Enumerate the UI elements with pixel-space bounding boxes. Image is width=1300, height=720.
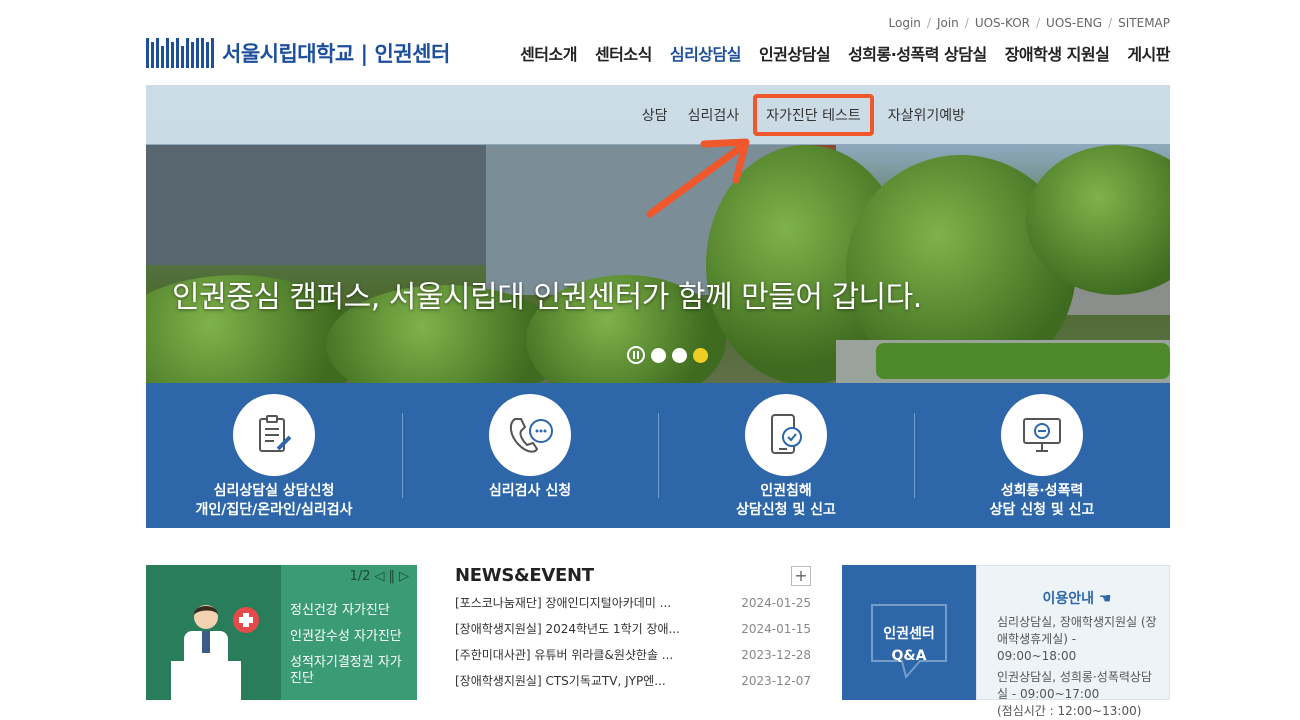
news-item-title: [장애학생지원실] 2024학년도 1학기 장애... (455, 622, 680, 636)
news-item-date: 2023-12-07 (741, 674, 811, 688)
news-item-date: 2023-12-28 (741, 648, 811, 662)
quick-psych-test-apply[interactable]: 심리검사 신청 (402, 383, 658, 528)
quick-label: 심리검사 신청 (488, 483, 572, 499)
news-item[interactable]: [포스코나눔재단] 장애인디지털아카데미 ... 2024-01-25 (455, 595, 811, 621)
login-link[interactable]: Login (889, 16, 921, 30)
subnav-self-diagnosis-test[interactable]: 자가진단 테스트 (753, 93, 874, 136)
quick-label: 인권침해 상담신청 및 신고 (736, 483, 836, 518)
more-button[interactable]: + (791, 566, 811, 586)
separator: / (964, 16, 969, 30)
clipboard-pen-icon (233, 394, 315, 476)
join-link[interactable]: Join (937, 16, 959, 30)
counselor-illustration (146, 565, 281, 700)
phone-chat-icon (489, 394, 571, 476)
separator: / (1108, 16, 1113, 30)
usage-info-title: 이용안내 ☚ (1042, 591, 1112, 607)
sitemap-link[interactable]: SITEMAP (1118, 16, 1170, 30)
uos-kor-link[interactable]: UOS-KOR (975, 16, 1030, 30)
slide-dot-3[interactable] (693, 347, 708, 363)
news-item[interactable]: [주한미대사관] 유튜버 위라클&원샷한솔 ... 2023-12-28 (455, 647, 811, 673)
nav-center-intro[interactable]: 센터소개 (520, 41, 577, 65)
news-title: NEWS&EVENT (455, 565, 594, 586)
nav-sexual-harassment[interactable]: 성희롱·성폭력 상담실 (848, 41, 987, 65)
news-item[interactable]: [장애학생지원실] CTS기독교TV, JYP엔... 2023-12-07 (455, 673, 811, 699)
site-logo[interactable]: 서울시립대학교 | 인권센터 (146, 38, 450, 68)
subnav-counseling[interactable]: 상담 (642, 105, 668, 125)
news-item[interactable]: [장애학생지원실] 2024학년도 1학기 장애... 2024-01-15 (455, 621, 811, 647)
slider-controls (627, 346, 708, 364)
hero-text: 인권중심 캠퍼스, 서울시립대 인권센터가 함께 만들어 갑니다. (172, 280, 922, 315)
nav-human-rights[interactable]: 인권상담실 (759, 41, 831, 65)
slide-dot-2[interactable] (672, 347, 687, 363)
annotation-arrow-icon (646, 138, 750, 218)
logo-text: 서울시립대학교 | 인권센터 (222, 42, 450, 66)
pause-icon[interactable]: ‖ (389, 569, 396, 584)
page: Login / Join / UOS-KOR / UOS-ENG / SITEM… (146, 0, 1170, 718)
slide-dot-1[interactable] (651, 347, 666, 363)
building-image (146, 145, 486, 265)
hand-pointer-icon: ☚ (1098, 591, 1112, 607)
self-diagnosis-title: 자가진단 (186, 690, 238, 700)
self-diagnosis-pager: 1/2 ◁ ‖ ▷ (350, 569, 409, 584)
monitor-icon (1001, 394, 1083, 476)
link-mental-health[interactable]: 정신건강 자가진단 (290, 603, 410, 619)
link-human-rights-sensitivity[interactable]: 인권감수성 자가진단 (290, 629, 410, 645)
quick-counseling-apply[interactable]: 심리상담실 상담신청 개인/집단/온라인/심리검사 (146, 383, 402, 528)
news-item-title: [포스코나눔재단] 장애인디지털아카데미 ... (455, 596, 672, 610)
usage-info-box: 이용안내 ☚ 심리상담실, 장애학생지원실 (장애학생휴게실) - 09:00~… (976, 565, 1170, 718)
quick-sexual-harassment-report[interactable]: 성희롱·성폭력 상담 신청 및 신고 (914, 383, 1170, 528)
utility-links: Login / Join / UOS-KOR / UOS-ENG / SITEM… (889, 16, 1170, 30)
pager-text: 1/2 (349, 569, 371, 584)
usage-info-line: (점심시간 : 12:00~13:00) (997, 704, 1142, 718)
hedge-image (876, 343, 1170, 379)
news-list: [포스코나눔재단] 장애인디지털아카데미 ... 2024-01-25 [장애학… (455, 595, 811, 699)
news-item-date: 2024-01-25 (741, 596, 811, 610)
main-navigation: 센터소개 센터소식 심리상담실 인권상담실 성희롱·성폭력 상담실 장애학생 지… (520, 41, 1170, 95)
nav-disability-support[interactable]: 장애학생 지원실 (1005, 41, 1110, 65)
qna-text: 인권센터 Q&A (883, 626, 935, 664)
uos-eng-link[interactable]: UOS-ENG (1046, 16, 1102, 30)
qna-box[interactable]: 인권센터 Q&A (842, 565, 976, 700)
separator: / (926, 16, 931, 30)
self-diagnosis-links: 정신건강 자가진단 인권감수성 자가진단 성적자기결정권 자가진단 (290, 603, 410, 697)
quick-label: 성희롱·성폭력 상담 신청 및 신고 (989, 483, 1095, 518)
quick-human-rights-report[interactable]: 인권침해 상담신청 및 신고 (658, 383, 914, 528)
separator: / (1035, 16, 1041, 30)
subnav-psych-test[interactable]: 심리검사 (688, 105, 740, 125)
quick-menu: 심리상담실 상담신청 개인/집단/온라인/심리검사 심리검사 신청 인권침해 상담신… (146, 383, 1170, 528)
quick-label: 심리상담실 상담신청 개인/집단/온라인/심리검사 (195, 483, 353, 518)
link-sexual-self-determination[interactable]: 성적자기결정권 자가진단 (290, 655, 410, 687)
prev-icon[interactable]: ◁ (375, 569, 385, 584)
usage-info-line: 인권상담실, 성희롱·성폭력상담실 - 09:00~17:00 (997, 670, 1152, 701)
nav-center-news[interactable]: 센터소식 (595, 41, 652, 65)
news-item-title: [장애학생지원실] CTS기독교TV, JYP엔... (455, 674, 666, 688)
nav-board[interactable]: 게시판 (1127, 41, 1170, 65)
next-icon[interactable]: ▷ (399, 569, 409, 584)
usage-info-line: 심리상담실, 장애학생지원실 (장애학생휴게실) - 09:00~18:00 (997, 615, 1157, 663)
nav-counseling[interactable]: 심리상담실 (669, 41, 741, 95)
mobile-check-icon (745, 394, 827, 476)
news-event-section: NEWS&EVENT + [포스코나눔재단] 장애인디지털아카데미 ... 20… (455, 565, 811, 699)
self-diagnosis-box: 1/2 ◁ ‖ ▷ 정신건강 자가진단 인권감수성 자가진단 성적자기결정권 자… (146, 565, 417, 700)
news-item-date: 2024-01-15 (741, 622, 811, 636)
news-item-title: [주한미대사관] 유튜버 위라클&원샷한솔 ... (455, 648, 674, 662)
subnav-suicide-prevention[interactable]: 자살위기예방 (888, 105, 965, 125)
pause-icon[interactable] (627, 346, 645, 364)
university-logo-icon (146, 38, 214, 68)
